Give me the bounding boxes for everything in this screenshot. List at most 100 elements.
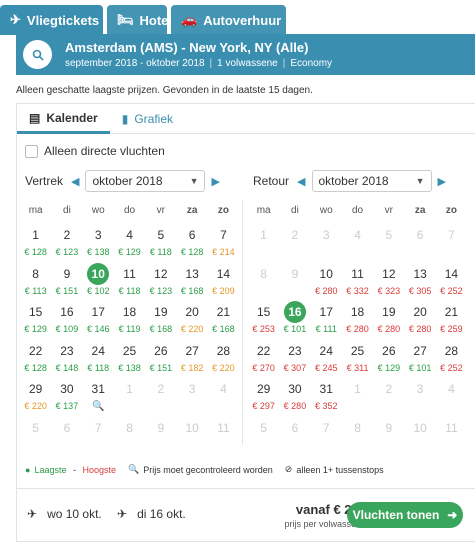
outbound-summary: ✈ wo 10 okt. (27, 507, 102, 521)
day-cell[interactable]: 31 🔍 (83, 378, 114, 417)
day-cell: 10 (404, 417, 435, 456)
selected-day-cell[interactable]: 10 € 102 (83, 262, 114, 302)
day-cell[interactable]: 23 € 148 (51, 340, 82, 379)
search-icon[interactable] (23, 40, 52, 69)
day-cell[interactable]: 24 € 118 (83, 340, 114, 379)
day-cell: 3 (176, 378, 207, 417)
day-cell[interactable]: 28 € 252 (436, 340, 467, 379)
search-dates: september 2018 - oktober 2018 (65, 58, 205, 69)
day-number: 18 (350, 305, 365, 319)
day-number: 31 (91, 382, 105, 396)
return-prev-month-arrow-icon[interactable]: ◀ (297, 175, 305, 188)
day-cell[interactable]: 27 € 101 (404, 340, 435, 379)
day-cell[interactable]: 29 € 297 (248, 378, 279, 417)
day-cell[interactable]: 22 € 270 (248, 340, 279, 379)
inbound-date: di 16 okt. (137, 507, 186, 521)
return-month-value: oktober 2018 (318, 174, 389, 188)
day-cell[interactable]: 10 € 280 (311, 263, 342, 302)
day-cell[interactable]: 9 € 151 (51, 263, 82, 302)
day-cell[interactable]: 29 € 220 (20, 378, 51, 417)
day-number: 11 (445, 420, 458, 435)
day-cell[interactable]: 12 € 323 (373, 263, 404, 302)
day-number: 22 (28, 343, 43, 358)
plane-icon: ✈ (10, 12, 21, 27)
day-cell[interactable]: 30 € 137 (51, 378, 82, 417)
day-cell[interactable]: 15 € 253 (248, 301, 279, 340)
return-next-month-arrow-icon[interactable]: ▶ (438, 175, 446, 188)
selected-day-cell[interactable]: 16 € 101 (279, 301, 310, 340)
day-cell: 1 (248, 224, 279, 263)
day-cell[interactable]: 13 € 168 (176, 263, 207, 302)
return-calendar: ma di wo do vr za zo 1 2 3 4 5 6 7 8 9 10 € 280 11 € 332 12… (248, 200, 467, 455)
day-cell: 3 (311, 224, 342, 263)
day-price: € 280 (346, 324, 369, 334)
tab-car-rental[interactable]: 🚗 Autoverhuur (171, 5, 286, 35)
day-cell[interactable]: 17 € 146 (83, 301, 114, 340)
day-cell[interactable]: 28 € 220 (208, 340, 239, 379)
search-summary-bar[interactable]: Amsterdam (AMS) - New York, NY (Alle) se… (16, 34, 475, 75)
day-cell[interactable]: 22 € 128 (20, 340, 51, 379)
day-cell[interactable]: 20 € 220 (176, 301, 207, 340)
weekday-label: wo (319, 204, 333, 216)
legend-check: 🔍 Prijs moet gecontroleerd worden (128, 464, 273, 475)
day-cell: 10 (176, 417, 207, 456)
tab-flights[interactable]: ✈ Vliegtickets (0, 5, 103, 35)
day-price: € 280 (283, 401, 307, 411)
day-cell[interactable]: 1 € 128 (20, 224, 51, 263)
day-cell[interactable]: 30 € 280 (279, 378, 310, 417)
day-cell[interactable]: 26 € 151 (145, 340, 176, 379)
day-cell[interactable]: 15 € 129 (20, 301, 51, 340)
day-cell[interactable]: 14 € 209 (208, 263, 239, 302)
day-number: 23 (288, 343, 302, 358)
day-cell[interactable]: 2 € 123 (51, 224, 82, 263)
day-cell[interactable]: 20 € 280 (404, 301, 435, 340)
next-month-arrow-icon[interactable]: ▶ (211, 175, 219, 188)
day-cell[interactable]: 14 € 252 (436, 263, 467, 302)
day-cell[interactable]: 11 € 118 (114, 263, 145, 302)
day-number: 30 (288, 382, 302, 396)
day-cell[interactable]: 23 € 307 (279, 340, 310, 379)
day-cell[interactable]: 17 € 111 (311, 301, 342, 340)
day-cell[interactable]: 26 € 129 (373, 340, 404, 379)
day-price: € 129 (24, 324, 47, 334)
bed-icon: 🛏 (117, 12, 134, 27)
day-cell[interactable]: 8 € 113 (20, 263, 51, 302)
day-cell[interactable]: 16 € 109 (51, 301, 82, 340)
day-price: € 128 (24, 247, 47, 257)
tab-chart[interactable]: ▮ Grafiek (110, 104, 185, 134)
day-price: € 305 (408, 285, 432, 296)
day-cell[interactable]: 18 € 280 (342, 301, 373, 340)
day-cell[interactable]: 21 € 259 (436, 301, 467, 340)
day-cell[interactable]: 13 € 305 (404, 263, 435, 302)
day-cell[interactable]: 5 € 118 (145, 224, 176, 263)
day-cell[interactable]: 18 € 119 (114, 301, 145, 340)
day-cell[interactable]: 7 € 214 (208, 224, 239, 263)
day-cell[interactable]: 4 € 129 (114, 224, 145, 263)
direct-flights-checkbox[interactable] (25, 144, 38, 158)
day-cell[interactable]: 19 € 168 (145, 301, 176, 340)
weekday-label: vr (156, 204, 165, 216)
day-cell[interactable]: 12 € 123 (145, 263, 176, 302)
day-cell[interactable]: 21 € 168 (208, 301, 239, 340)
day-cell[interactable]: 24 € 245 (311, 340, 342, 379)
departure-month-select[interactable]: oktober 2018 ▼ (85, 170, 206, 192)
day-cell[interactable]: 27 € 182 (176, 340, 207, 379)
show-flights-button[interactable]: Vluchten tonen ➜ (347, 502, 463, 528)
return-month-select[interactable]: oktober 2018 ▼ (311, 170, 432, 192)
day-number: 9 (63, 266, 71, 281)
day-cell[interactable]: 31 € 352 (311, 378, 342, 417)
day-cell: 1 (114, 378, 145, 417)
day-price: € 151 (55, 285, 79, 296)
tab-calendar[interactable]: ▤ Kalender (17, 104, 110, 134)
tab-hotels[interactable]: 🛏 Hotels (107, 5, 179, 35)
prev-month-arrow-icon[interactable]: ◀ (71, 175, 79, 188)
day-cell[interactable]: 6 € 128 (176, 224, 207, 263)
day-number: 31 (319, 382, 333, 396)
day-cell[interactable]: 3 € 138 (83, 224, 114, 263)
direct-flights-option[interactable]: Alleen directe vluchten (25, 144, 165, 158)
day-cell[interactable]: 25 € 138 (114, 340, 145, 379)
day-cell[interactable]: 25 € 311 (342, 340, 373, 379)
day-cell[interactable]: 19 € 280 (373, 301, 404, 340)
day-cell[interactable]: 11 € 332 (342, 263, 373, 302)
weekday-label: ma (256, 204, 271, 216)
